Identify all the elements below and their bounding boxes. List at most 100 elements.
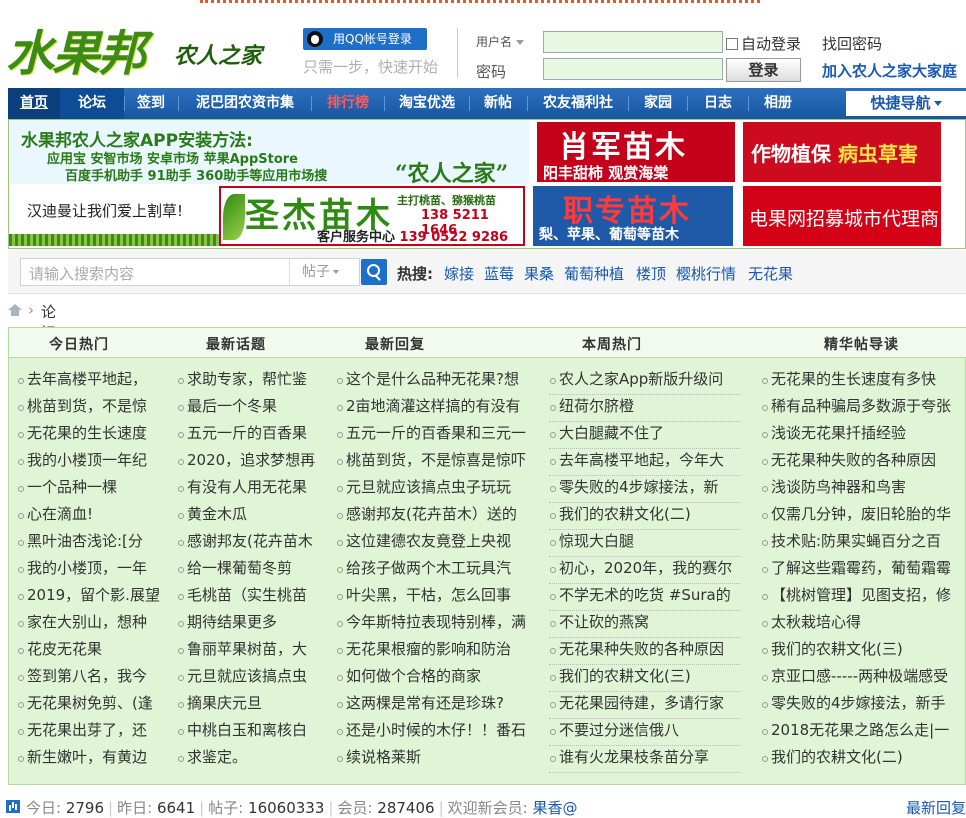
handyman-ad[interactable]: 汉迪曼让我们爱上割草! <box>9 186 219 246</box>
list-item[interactable]: 2019，留个影.展望 <box>17 584 167 611</box>
nav-blog[interactable]: 日志 <box>688 88 748 119</box>
new-member-link[interactable]: 果香@ <box>532 799 577 817</box>
list-item[interactable]: 稀有品种骗局多数源于夸张 <box>761 395 965 422</box>
list-item[interactable]: 给孩子做两个木工玩具汽 <box>336 557 540 584</box>
list-item[interactable]: 元旦就应该搞点虫子玩玩 <box>336 476 540 503</box>
list-item[interactable]: 五元一斤的百香果和三元一 <box>336 422 540 449</box>
list-item[interactable]: 纽荷尔脐橙 <box>549 395 741 422</box>
list-item[interactable]: 桃苗到货，不是惊喜是惊吓 <box>336 449 540 476</box>
checkbox-icon[interactable] <box>726 38 738 50</box>
list-item[interactable]: 黑叶油杏浅论:[分 <box>17 530 167 557</box>
nav-taobao[interactable]: 淘宝优选 <box>385 88 469 119</box>
search-icon[interactable] <box>361 259 387 285</box>
list-item[interactable]: 叶尖黑，干枯，怎么回事 <box>336 584 540 611</box>
list-item[interactable]: 中桃白玉和离核白 <box>177 719 327 746</box>
latest-replies-link[interactable]: 最新回复 <box>906 797 966 818</box>
site-logo[interactable]: 水果邦 农人之家 <box>6 14 286 82</box>
nav-new-posts[interactable]: 新帖 <box>470 88 526 119</box>
nav-checkin[interactable]: 签到 <box>125 88 177 119</box>
list-item[interactable]: 最后一个冬果 <box>177 395 327 422</box>
xiaojun-nursery-ad[interactable]: 肖军苗木 阳丰甜柿 观赏海棠 <box>537 122 735 182</box>
list-item[interactable]: 谁有火龙果枝条苗分享 <box>549 746 741 773</box>
find-password-link[interactable]: 找回密码 <box>822 33 882 54</box>
list-item[interactable]: 五元一斤的百香果 <box>177 422 327 449</box>
nav-market[interactable]: 泥巴团农资市集 <box>179 88 311 119</box>
list-item[interactable]: 初心，2020年，我的赛尔 <box>549 557 741 584</box>
login-button[interactable]: 登录 <box>726 58 801 82</box>
app-install-ad[interactable]: 水果邦农人之家APP安装方法: 应用宝 安智市场 安卓市场 苹果AppStore… <box>9 120 529 187</box>
list-item[interactable]: 签到第八名，我今 <box>17 665 167 692</box>
quick-nav-button[interactable]: 快捷导航 <box>846 91 966 116</box>
list-item[interactable]: 一个品种一棵 <box>17 476 167 503</box>
hot-search-link[interactable]: 蓝莓 <box>484 263 514 284</box>
list-item[interactable]: 了解这些霜霉药，葡萄霜霉 <box>761 557 965 584</box>
list-item[interactable]: 摘果庆元旦 <box>177 692 327 719</box>
tab-latest-replies[interactable]: 最新回复 <box>365 334 425 354</box>
list-item[interactable]: 感谢邦友(花卉苗木）送的 <box>336 503 540 530</box>
list-item[interactable]: 如何做个合格的商家 <box>336 665 540 692</box>
list-item[interactable]: 浅谈无花果扦插经验 <box>761 422 965 449</box>
list-item[interactable]: 续说格莱斯 <box>336 746 540 773</box>
tab-digest[interactable]: 精华帖导读 <box>824 334 899 354</box>
nav-album[interactable]: 相册 <box>749 88 807 119</box>
search-input[interactable]: 请输入搜索内容 帖子 <box>20 258 360 286</box>
list-item[interactable]: 技术贴:防果实蝇百分之百 <box>761 530 965 557</box>
join-link[interactable]: 加入农人之家大家庭 <box>822 60 957 81</box>
nav-forum[interactable]: 论坛 <box>60 88 124 119</box>
list-item[interactable]: 花皮无花果 <box>17 638 167 665</box>
zhizhuan-nursery-ad[interactable]: 职专苗木 梨、苹果、葡萄等苗木 <box>533 186 733 246</box>
hot-search-link[interactable]: 嫁接 <box>444 263 474 284</box>
password-input[interactable] <box>543 58 723 80</box>
list-item[interactable]: 不要过分迷信俄八 <box>549 719 741 746</box>
nav-home-space[interactable]: 家园 <box>629 88 687 119</box>
list-item[interactable]: 无花果园待建，多请行家 <box>549 692 741 719</box>
list-item[interactable]: 2018无花果之路怎么走|一 <box>761 719 965 746</box>
list-item[interactable]: 无花果出芽了，还 <box>17 719 167 746</box>
list-item[interactable]: 京亚口感-----两种极端感受 <box>761 665 965 692</box>
home-icon[interactable] <box>8 304 22 316</box>
list-item[interactable]: 无花果的生长速度 <box>17 422 167 449</box>
list-item[interactable]: 无花果的生长速度有多快 <box>761 368 965 395</box>
list-item[interactable]: 还是小时候的木仔！！番石 <box>336 719 540 746</box>
tab-latest-topics[interactable]: 最新话题 <box>206 334 266 354</box>
crop-protection-ad[interactable]: 作物植保 病虫草害 <box>743 122 941 182</box>
list-item[interactable]: 家在大别山，想种 <box>17 611 167 638</box>
hot-search-link[interactable]: 果桑 <box>524 263 554 284</box>
list-item[interactable]: 这个是什么品种无花果?想 <box>336 368 540 395</box>
hot-search-link[interactable]: 葡萄种植 <box>564 263 624 284</box>
list-item[interactable]: 今年斯特拉表现特别棒，满 <box>336 611 540 638</box>
list-item[interactable]: 有没有人用无花果 <box>177 476 327 503</box>
list-item[interactable]: 毛桃苗（实生桃苗 <box>177 584 327 611</box>
nav-welfare[interactable]: 农友福利社 <box>528 88 628 119</box>
list-item[interactable]: 农人之家App新版升级问 <box>549 368 741 395</box>
list-item[interactable]: 心在滴血! <box>17 503 167 530</box>
list-item[interactable]: 求鉴定。 <box>177 746 327 773</box>
list-item[interactable]: 我的小楼顶，一年 <box>17 557 167 584</box>
username-input[interactable] <box>543 31 723 53</box>
hot-search-link[interactable]: 无花果 <box>748 263 793 284</box>
qq-login-button[interactable]: 用QQ帐号登录 <box>303 28 427 50</box>
list-item[interactable]: 无花果根瘤的影响和防治 <box>336 638 540 665</box>
list-item[interactable]: 零失败的4步嫁接法，新手 <box>761 692 965 719</box>
list-item[interactable]: 这两棵是常有还是珍珠? <box>336 692 540 719</box>
list-item[interactable]: 不让砍的燕窝 <box>549 611 741 638</box>
list-item[interactable]: 感谢邦友(花卉苗木 <box>177 530 327 557</box>
nav-home[interactable]: 首页 <box>8 88 60 119</box>
list-item[interactable]: 惊现大白腿 <box>549 530 741 557</box>
list-item[interactable]: 不学无术的吃货 #Sura的 <box>549 584 741 611</box>
hot-search-link[interactable]: 樱桃行情 <box>676 263 736 284</box>
list-item[interactable]: 去年高楼平地起，今年大 <box>549 449 741 476</box>
list-item[interactable]: 太秋栽培心得 <box>761 611 965 638</box>
list-item[interactable]: 我们的农耕文化(二) <box>761 746 965 773</box>
list-item[interactable]: 大白腿藏不住了 <box>549 422 741 449</box>
list-item[interactable]: 我们的农耕文化(三) <box>549 665 741 692</box>
list-item[interactable]: 去年高楼平地起， <box>17 368 167 395</box>
list-item[interactable]: 这位建德农友竟登上央视 <box>336 530 540 557</box>
list-item[interactable]: 浅谈防鸟神器和鸟害 <box>761 476 965 503</box>
list-item[interactable]: 鲁丽苹果树苗，大 <box>177 638 327 665</box>
list-item[interactable]: 桃苗到货，不是惊 <box>17 395 167 422</box>
list-item[interactable]: 新生嫩叶，有黄边 <box>17 746 167 773</box>
list-item[interactable]: 元旦就应该搞点虫 <box>177 665 327 692</box>
list-item[interactable]: 我的小楼顶一年纪 <box>17 449 167 476</box>
list-item[interactable]: 给一棵葡萄冬剪 <box>177 557 327 584</box>
